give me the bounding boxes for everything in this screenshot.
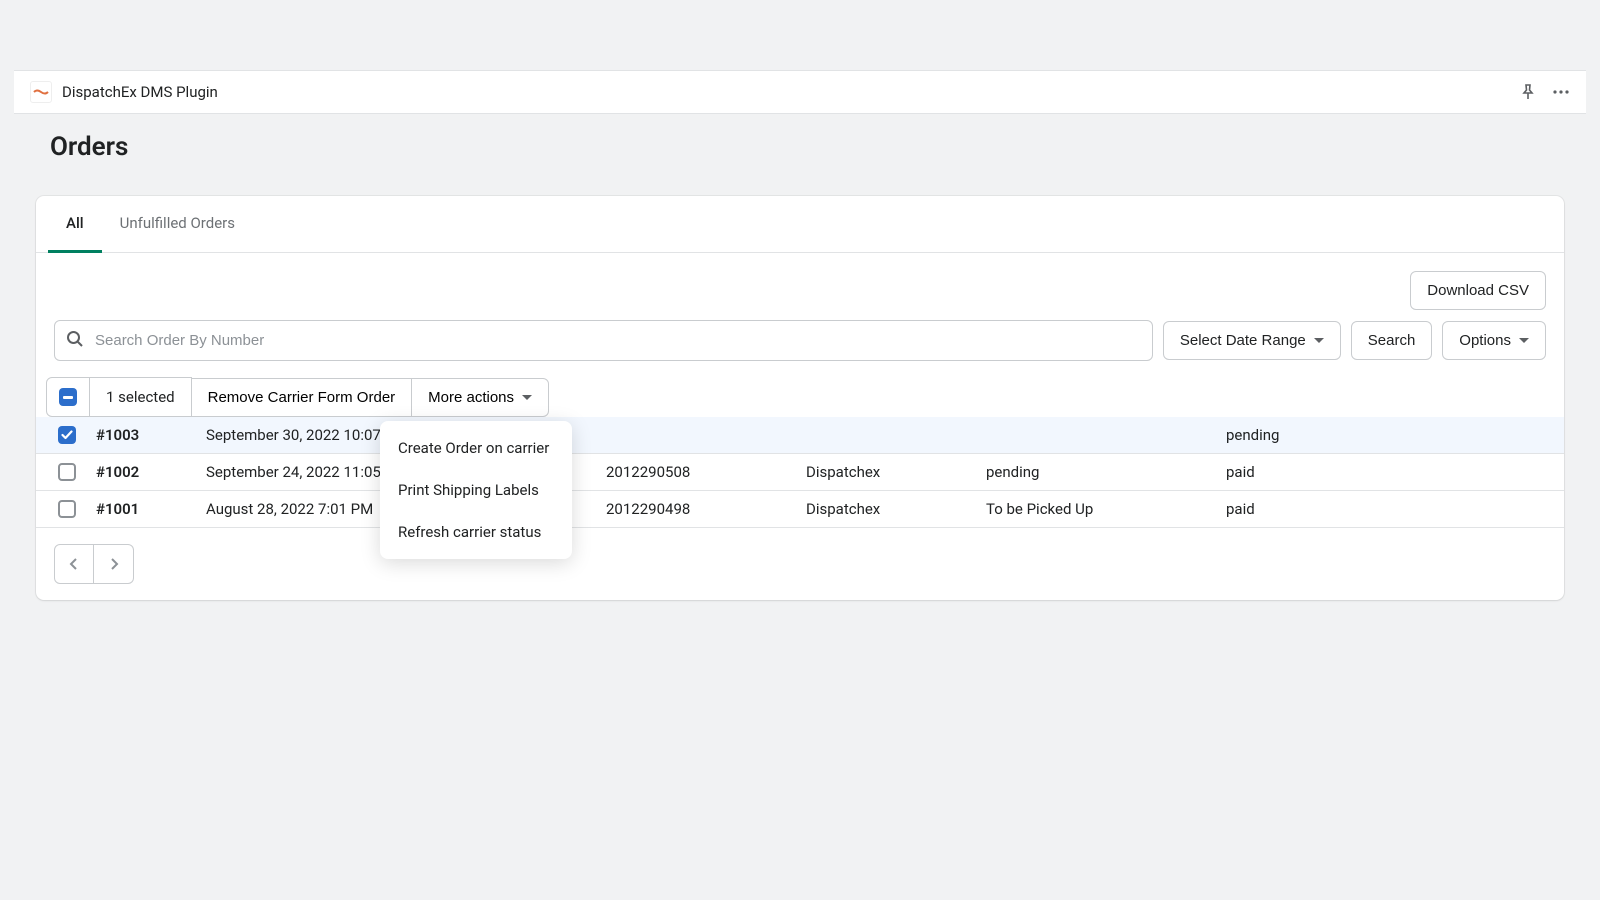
more-icon[interactable] [1552,84,1570,100]
app-logo [30,81,52,103]
order-carrier: Dispatchex [806,463,986,481]
download-csv-button[interactable]: Download CSV [1410,271,1546,310]
orders-card: All Unfulfilled Orders Download CSV Sele… [36,196,1564,600]
tab-all[interactable]: All [48,196,102,253]
more-actions-label: More actions [428,389,514,406]
tab-unfulfilled[interactable]: Unfulfilled Orders [102,196,253,253]
order-fulfillment: To be Picked Up [986,500,1226,518]
options-label: Options [1459,332,1511,349]
select-date-range-button[interactable]: Select Date Range [1163,321,1341,360]
order-number: #1001 [96,500,206,518]
pin-icon[interactable] [1520,84,1536,100]
menu-create-order-on-carrier[interactable]: Create Order on carrier [380,427,572,469]
row-checkbox[interactable] [58,426,76,444]
prev-page-button[interactable] [54,544,94,584]
order-tracking: 2012290498 [606,500,806,518]
remove-carrier-button[interactable]: Remove Carrier Form Order [192,378,413,417]
order-number: #1003 [96,426,206,444]
bulk-select-checkbox[interactable] [46,377,90,417]
table-row[interactable]: #1003 September 30, 2022 10:07 AM pendin… [36,417,1564,454]
next-page-button[interactable] [94,544,134,584]
menu-print-shipping-labels[interactable]: Print Shipping Labels [380,469,572,511]
order-fulfillment: pending [986,463,1226,481]
more-actions-menu: Create Order on carrier Print Shipping L… [380,421,572,559]
app-bar: DispatchEx DMS Plugin [14,70,1586,114]
caret-down-icon [522,395,532,400]
pagination [36,528,1564,600]
order-number: #1002 [96,463,206,481]
search-button[interactable]: Search [1351,321,1433,360]
order-carrier: Dispatchex [806,500,986,518]
order-payment: paid [1226,500,1554,518]
order-tracking: 2012290508 [606,463,806,481]
search-input[interactable] [54,320,1153,361]
app-title: DispatchEx DMS Plugin [62,83,1520,101]
search-icon [66,330,84,352]
page-title: Orders [50,132,1550,162]
row-checkbox[interactable] [58,463,76,481]
options-button[interactable]: Options [1442,321,1546,360]
table-row[interactable]: #1001 August 28, 2022 7:01 PM 2012290498… [36,491,1564,528]
menu-refresh-carrier-status[interactable]: Refresh carrier status [380,511,572,553]
table-row[interactable]: #1002 September 24, 2022 11:05 AM 201229… [36,454,1564,491]
caret-down-icon [1519,338,1529,343]
more-actions-button[interactable]: More actions [412,378,549,417]
order-payment: paid [1226,463,1554,481]
bulk-selected-count: 1 selected [90,377,192,417]
select-date-range-label: Select Date Range [1180,332,1306,349]
row-checkbox[interactable] [58,500,76,518]
bulk-action-bar: 1 selected Remove Carrier Form Order Mor… [46,377,1554,417]
caret-down-icon [1314,338,1324,343]
order-payment: pending [1226,426,1554,444]
orders-table: #1003 September 30, 2022 10:07 AM pendin… [36,417,1564,528]
checkbox-indeterminate-icon [59,388,77,406]
tabs: All Unfulfilled Orders [36,196,1564,253]
